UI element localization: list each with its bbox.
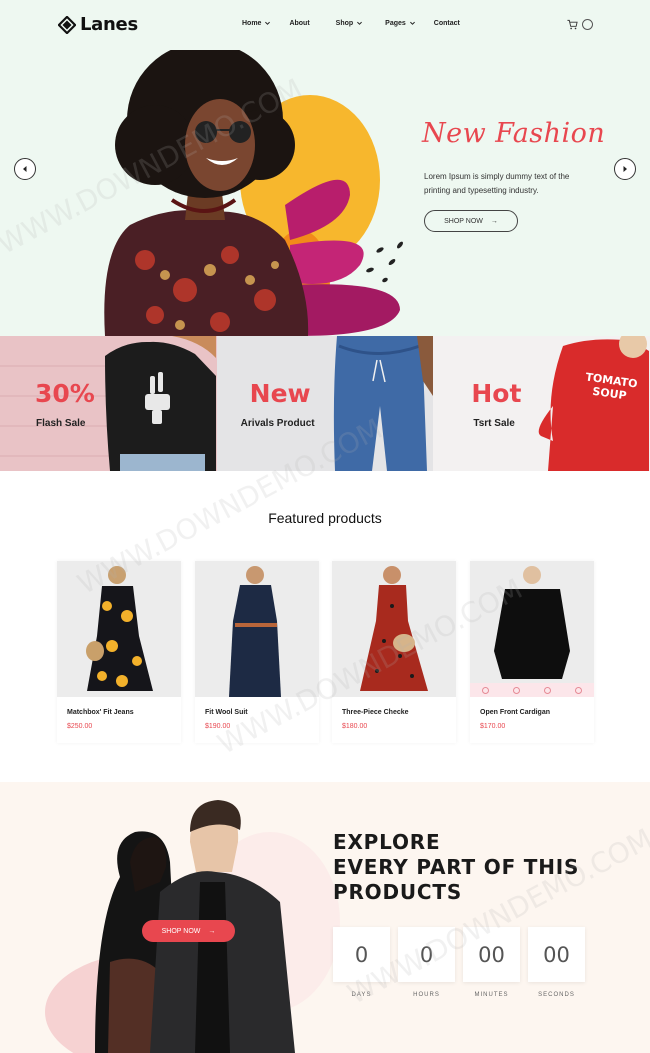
timer-minutes: 00 MINUTES bbox=[463, 927, 520, 998]
product-name: Fit Wool Suit bbox=[205, 709, 248, 716]
countdown-timer: 0 DAYS 0 HOURS 00 MINUTES 00 SECONDS bbox=[333, 927, 585, 998]
product-card[interactable]: Matchbox' Fit Jeans $250.00 bbox=[57, 561, 181, 743]
nav-home-label: Home bbox=[242, 20, 262, 27]
timer-days: 0 DAYS bbox=[333, 927, 390, 998]
hero-model-image bbox=[104, 50, 403, 336]
timer-value: 00 bbox=[463, 927, 520, 982]
hero-slider: New Fashion Lorem Ipsum is simply dummy … bbox=[0, 50, 650, 336]
product-card[interactable]: Fit Wool Suit $190.00 bbox=[195, 561, 319, 743]
banner-sweatshirt-image: TOMATO SOUP bbox=[433, 336, 650, 471]
logo[interactable]: Lanes bbox=[58, 14, 138, 35]
product-price: $190.00 bbox=[205, 723, 231, 730]
eye-icon[interactable] bbox=[575, 686, 582, 694]
heart-icon[interactable] bbox=[513, 686, 520, 694]
countdown-title-line: EXPLORE bbox=[333, 830, 441, 854]
nav-contact[interactable]: Contact bbox=[434, 20, 460, 27]
countdown-shop-now-button[interactable]: SHOP NOW → bbox=[142, 920, 235, 942]
slider-prev-button[interactable] bbox=[14, 158, 36, 180]
countdown-title-line: EVERY PART OF THIS bbox=[333, 855, 580, 879]
product-price: $250.00 bbox=[67, 723, 93, 730]
product-card[interactable]: Open Front Cardigan $170.00 bbox=[470, 561, 594, 743]
product-image bbox=[470, 561, 594, 697]
product-image bbox=[332, 561, 456, 697]
cart-icon[interactable] bbox=[567, 19, 578, 30]
banner-new-arrivals[interactable]: New Arivals Product bbox=[216, 336, 434, 471]
hero-description: Lorem Ipsum is simply dummy text of the … bbox=[424, 172, 570, 195]
banner-1-headline: 30% bbox=[35, 379, 95, 408]
nav-shop-label: Shop bbox=[335, 20, 354, 27]
banner-tshirt-image bbox=[0, 336, 216, 471]
timer-label: DAYS bbox=[351, 992, 372, 998]
nav-shop[interactable]: Shop bbox=[336, 20, 364, 27]
product-image bbox=[195, 561, 319, 697]
slider-next-button[interactable] bbox=[614, 158, 636, 180]
banner-3-headline: Hot bbox=[471, 379, 522, 408]
timer-label: SECONDS bbox=[538, 992, 575, 998]
banner-3-subtitle: Tsrt Sale bbox=[473, 418, 515, 429]
brand-name: Lanes bbox=[80, 14, 138, 35]
chevron-right-icon bbox=[623, 166, 627, 172]
cart-icon[interactable] bbox=[544, 686, 551, 694]
arrow-right-icon: → bbox=[208, 927, 216, 935]
banner-1-subtitle: Flash Sale bbox=[36, 418, 86, 429]
nav-pages[interactable]: Pages bbox=[385, 20, 416, 27]
countdown-section: EXPLORE EVERY PART OF THIS PRODUCTS SHOP… bbox=[0, 782, 650, 1053]
chevron-down-icon bbox=[357, 21, 363, 25]
countdown-title-line: PRODUCTS bbox=[333, 880, 463, 904]
countdown-title: EXPLORE EVERY PART OF THIS PRODUCTS bbox=[333, 830, 579, 905]
promo-banners: 30% Flash Sale New Arivals Product TOMAT… bbox=[0, 336, 650, 471]
product-name: Matchbox' Fit Jeans bbox=[67, 709, 134, 716]
timer-hours: 0 HOURS bbox=[398, 927, 455, 998]
product-name: Open Front Cardigan bbox=[480, 709, 550, 716]
nav-about-label: About bbox=[289, 20, 310, 27]
chevron-down-icon bbox=[265, 21, 271, 25]
timer-seconds: 00 SECONDS bbox=[528, 927, 585, 998]
main-nav: Home About Shop Pages Contact bbox=[242, 20, 478, 27]
featured-title: Featured products bbox=[268, 510, 382, 526]
product-action-bar bbox=[470, 683, 594, 697]
site-header: Lanes Home About Shop Pages Contact bbox=[0, 0, 650, 50]
banner-flash-sale[interactable]: 30% Flash Sale bbox=[0, 336, 217, 471]
nav-pages-label: Pages bbox=[385, 20, 406, 27]
countdown-button-label: SHOP NOW bbox=[161, 927, 201, 935]
product-image bbox=[57, 561, 181, 697]
hero-button-label: SHOP NOW bbox=[444, 217, 483, 225]
product-price: $170.00 bbox=[480, 723, 506, 730]
diamond-logo-icon bbox=[58, 15, 76, 34]
hero-script-title: New Fashion bbox=[422, 118, 606, 149]
product-price: $180.00 bbox=[342, 723, 368, 730]
couple-model-image bbox=[45, 800, 340, 1053]
timer-value: 0 bbox=[398, 927, 455, 982]
search-icon[interactable] bbox=[482, 686, 489, 694]
product-grid: Matchbox' Fit Jeans $250.00 Fit Wool Sui… bbox=[57, 561, 597, 743]
timer-label: MINUTES bbox=[474, 992, 509, 998]
arrow-right-icon: → bbox=[490, 217, 498, 225]
nav-contact-label: Contact bbox=[433, 20, 460, 27]
nav-home[interactable]: Home bbox=[242, 20, 271, 27]
banner-hot-sale[interactable]: TOMATO SOUP Hot Tsrt Sale bbox=[433, 336, 650, 471]
timer-value: 0 bbox=[333, 927, 390, 982]
product-name: Three-Piece Checke bbox=[342, 709, 409, 716]
chevron-down-icon bbox=[409, 21, 415, 25]
timer-value: 00 bbox=[528, 927, 585, 982]
user-icon[interactable] bbox=[582, 19, 593, 30]
hero-shop-now-button[interactable]: SHOP NOW → bbox=[424, 210, 518, 232]
product-card[interactable]: Three-Piece Checke $180.00 bbox=[332, 561, 456, 743]
banner-2-subtitle: Arivals Product bbox=[240, 418, 315, 429]
chevron-left-icon bbox=[23, 166, 27, 172]
banner-2-headline: New bbox=[249, 379, 311, 408]
nav-about[interactable]: About bbox=[289, 20, 309, 27]
timer-label: HOURS bbox=[413, 992, 440, 998]
